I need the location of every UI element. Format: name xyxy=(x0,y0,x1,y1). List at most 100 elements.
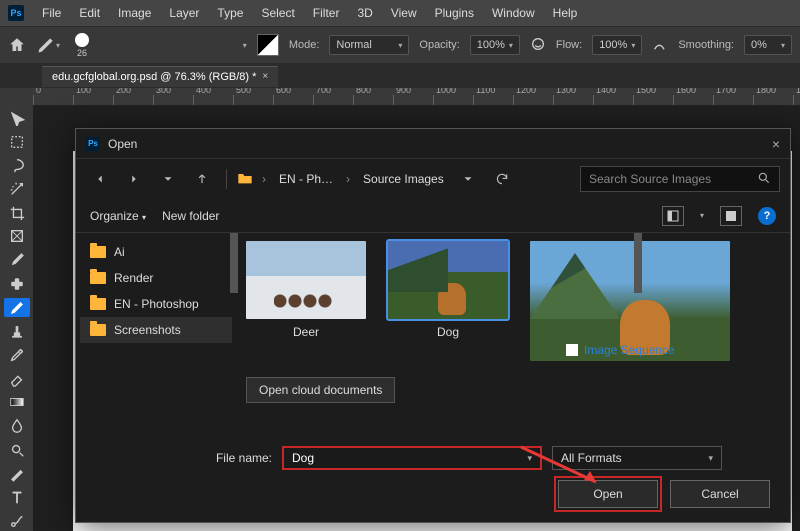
search-icon xyxy=(757,171,771,188)
chevron-down-icon: ▾ xyxy=(56,41,60,50)
menu-edit[interactable]: Edit xyxy=(71,3,108,23)
menu-plugins[interactable]: Plugins xyxy=(427,3,482,23)
tool-gradient[interactable] xyxy=(4,393,30,413)
tool-history[interactable] xyxy=(4,345,30,365)
photoshop-logo-icon: Ps xyxy=(8,5,24,21)
menu-image[interactable]: Image xyxy=(110,3,159,23)
file-thumbnail[interactable]: Dog xyxy=(388,241,508,339)
tree-item[interactable]: EN - Photoshop xyxy=(80,291,232,317)
smoothing-select[interactable]: 0% ▾ xyxy=(744,35,792,55)
tool-path[interactable] xyxy=(4,511,30,531)
tool-blur[interactable] xyxy=(4,416,30,436)
menu-3d[interactable]: 3D xyxy=(349,3,380,23)
tree-item-label: Render xyxy=(114,271,153,285)
nav-back-button[interactable] xyxy=(86,165,114,193)
open-button[interactable]: Open xyxy=(558,480,658,508)
opacity-label: Opacity: xyxy=(419,39,459,51)
dialog-footer: File name: Dog ▾ All Formats ▾ Open Canc… xyxy=(76,434,790,522)
close-icon[interactable]: × xyxy=(772,136,780,152)
tool-wand[interactable] xyxy=(4,179,30,199)
thumbnail-caption: Deer xyxy=(293,325,319,339)
checkbox-icon[interactable] xyxy=(566,344,578,356)
view-mode-button[interactable] xyxy=(662,206,684,226)
tool-stamp[interactable] xyxy=(4,321,30,341)
breadcrumb-sep: › xyxy=(343,172,353,186)
flow-label: Flow: xyxy=(556,39,582,51)
opacity-select[interactable]: 100% ▾ xyxy=(470,35,520,55)
menu-select[interactable]: Select xyxy=(253,3,302,23)
flow-value: 100% xyxy=(599,39,627,51)
tool-heal[interactable] xyxy=(4,274,30,294)
tool-marquee[interactable] xyxy=(4,132,30,152)
tree-item[interactable]: Ai xyxy=(80,239,232,265)
tree-item-label: Ai xyxy=(114,245,125,259)
tool-brush[interactable] xyxy=(4,298,30,318)
tool-preset-picker[interactable]: ▾ xyxy=(36,35,60,55)
blend-mode-value: Normal xyxy=(336,39,371,51)
open-cloud-documents-button[interactable]: Open cloud documents xyxy=(246,377,395,403)
refresh-button[interactable] xyxy=(488,165,516,193)
home-icon[interactable] xyxy=(8,36,26,54)
menu-layer[interactable]: Layer xyxy=(161,3,207,23)
tool-crop[interactable] xyxy=(4,203,30,223)
image-sequence-label: Image Sequence xyxy=(584,343,675,357)
tool-dodge[interactable] xyxy=(4,440,30,460)
file-format-select[interactable]: All Formats ▾ xyxy=(552,446,722,470)
airbrush-icon[interactable] xyxy=(652,36,668,55)
nav-forward-button[interactable] xyxy=(120,165,148,193)
scrollbar-thumb[interactable] xyxy=(230,233,238,293)
tool-type[interactable] xyxy=(4,488,30,508)
breadcrumb-item[interactable]: EN - Ph… xyxy=(275,172,337,186)
smoothing-label: Smoothing: xyxy=(678,39,734,51)
breadcrumb-sep: › xyxy=(259,172,269,186)
filename-input[interactable]: Dog ▾ xyxy=(282,446,542,470)
dialog-search-input[interactable]: Search Source Images xyxy=(580,166,780,192)
chevron-down-icon: ▾ xyxy=(631,41,635,50)
pressure-opacity-icon[interactable] xyxy=(530,36,546,55)
chevron-down-icon: ▾ xyxy=(708,453,713,464)
tool-eyedrop[interactable] xyxy=(4,250,30,270)
nav-up-button[interactable] xyxy=(188,165,216,193)
tool-frame[interactable] xyxy=(4,227,30,247)
menu-file[interactable]: File xyxy=(34,3,69,23)
tool-lasso[interactable] xyxy=(4,155,30,175)
breadcrumb-dropdown[interactable] xyxy=(454,165,482,193)
organize-button[interactable]: Organize ▾ xyxy=(90,209,146,223)
scrollbar-thumb[interactable] xyxy=(634,233,642,293)
document-tab-title: edu.gcfglobal.org.psd @ 76.3% (RGB/8) * xyxy=(52,71,256,83)
tool-move[interactable] xyxy=(4,108,30,128)
dialog-nav-row: › EN - Ph… › Source Images Search Source… xyxy=(76,159,790,199)
breadcrumb-item[interactable]: Source Images xyxy=(359,172,448,186)
new-folder-button[interactable]: New folder xyxy=(162,209,219,223)
flow-select[interactable]: 100% ▾ xyxy=(592,35,642,55)
preview-pane-button[interactable] xyxy=(720,206,742,226)
close-tab-icon[interactable]: × xyxy=(262,71,268,82)
menu-help[interactable]: Help xyxy=(545,3,586,23)
menu-filter[interactable]: Filter xyxy=(305,3,348,23)
menu-type[interactable]: Type xyxy=(209,3,251,23)
tool-eraser[interactable] xyxy=(4,369,30,389)
cancel-button[interactable]: Cancel xyxy=(670,480,770,508)
tree-item[interactable]: Render xyxy=(80,265,232,291)
brush-size-value: 26 xyxy=(77,48,87,58)
dialog-title: Open xyxy=(108,137,137,151)
tree-item[interactable]: Screenshots xyxy=(80,317,232,343)
menu-view[interactable]: View xyxy=(383,3,425,23)
tool-pen[interactable] xyxy=(4,464,30,484)
file-list: Deer Dog Open cloud documents Image Seque… xyxy=(236,233,790,434)
menu-window[interactable]: Window xyxy=(484,3,543,23)
chevron-down-icon[interactable]: ▾ xyxy=(700,211,704,220)
document-tab[interactable]: edu.gcfglobal.org.psd @ 76.3% (RGB/8) * … xyxy=(42,66,278,87)
opacity-value: 100% xyxy=(477,39,505,51)
brush-size-preview[interactable]: 26 xyxy=(70,33,94,58)
file-thumbnail[interactable]: Deer xyxy=(246,241,366,339)
nav-recent-button[interactable] xyxy=(154,165,182,193)
image-sequence-option[interactable]: Image Sequence xyxy=(566,343,675,357)
folder-tree: Ai Render EN - PhotoshopScreenshots xyxy=(76,233,236,434)
tool-panel xyxy=(0,88,33,531)
brush-settings-icon[interactable] xyxy=(257,34,279,56)
chevron-down-icon[interactable]: ▾ xyxy=(527,453,532,464)
blend-mode-select[interactable]: Normal ▾ xyxy=(329,35,409,55)
chevron-down-icon[interactable]: ▾ xyxy=(243,41,247,50)
help-icon[interactable]: ? xyxy=(758,207,776,225)
